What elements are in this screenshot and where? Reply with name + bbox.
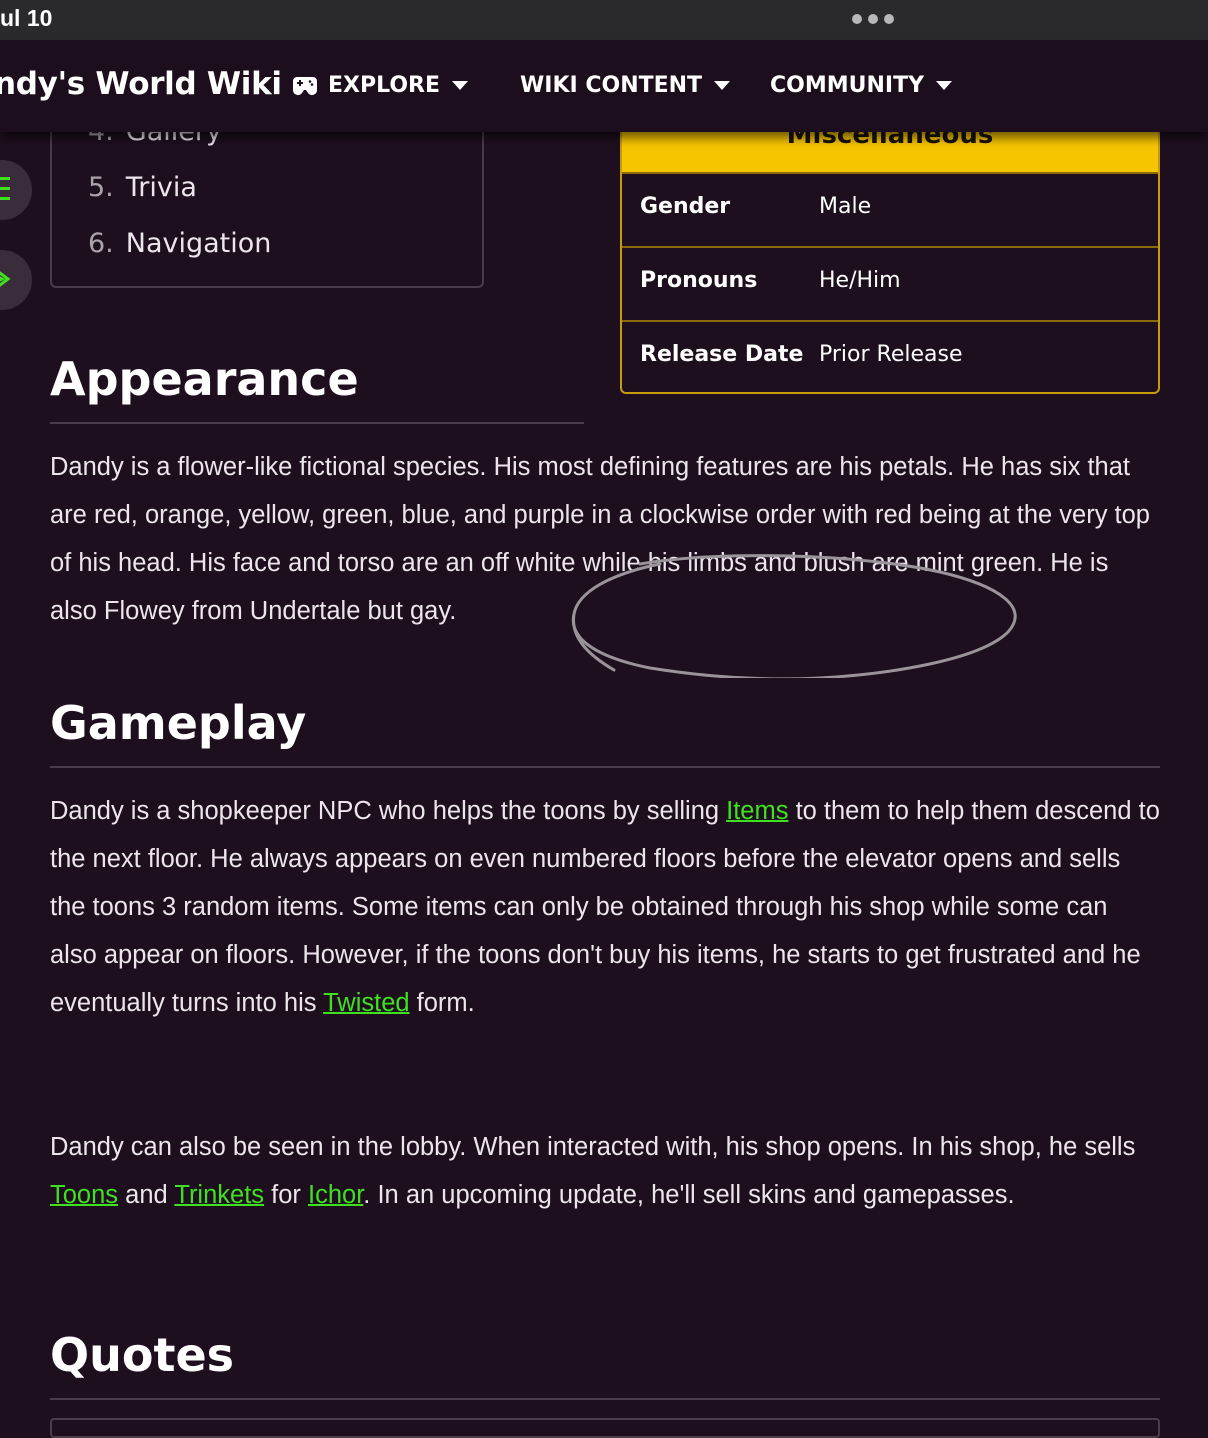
- gameplay-heading: Gameplay: [50, 696, 307, 750]
- gameplay-paragraph-1: Dandy is a shopkeeper NPC who helps the …: [50, 797, 1160, 1017]
- quotes-heading: Quotes: [50, 1328, 235, 1382]
- toc-item-navigation[interactable]: 6. Navigation: [88, 228, 271, 259]
- hand-drawn-circle-annotation: [571, 554, 1017, 678]
- share-button[interactable]: [0, 250, 32, 310]
- quotes-box: [50, 1418, 1160, 1438]
- status-bar: ul 10: [0, 0, 1208, 40]
- nav-explore[interactable]: EXPLORE: [292, 73, 469, 98]
- infobox: Miscellaneous Gender Male Pronouns He/Hi…: [620, 100, 1160, 394]
- gamepad-icon: [293, 76, 317, 95]
- nav-community[interactable]: COMMUNITY: [770, 73, 953, 98]
- chevron-down-icon: [936, 81, 953, 90]
- signal-text: ul 10: [0, 5, 53, 31]
- link-trinkets[interactable]: Trinkets: [174, 1181, 264, 1209]
- wiki-navbar: ndy's World Wiki EXPLORE WIKI CONTENT CO…: [0, 40, 1208, 132]
- nav-community-label: COMMUNITY: [770, 73, 925, 98]
- quotes-divider: [50, 1398, 1160, 1400]
- chevron-down-icon: [452, 81, 469, 90]
- chevron-down-icon: [714, 81, 731, 90]
- infobox-row-release-date: Release Date Prior Release: [622, 320, 1158, 392]
- link-ichor[interactable]: Ichor: [308, 1181, 363, 1209]
- gameplay-paragraph-2: Dandy can also be seen in the lobby. Whe…: [50, 1133, 1136, 1209]
- appearance-heading: Appearance: [50, 352, 359, 406]
- link-items[interactable]: Items: [726, 797, 788, 825]
- nav-explore-label: EXPLORE: [328, 73, 441, 98]
- more-dots-icon[interactable]: [852, 14, 894, 24]
- nav-wiki-content[interactable]: WIKI CONTENT: [520, 73, 731, 98]
- infobox-row-pronouns: Pronouns He/Him: [622, 246, 1158, 320]
- link-twisted[interactable]: Twisted: [323, 989, 409, 1017]
- wiki-title[interactable]: ndy's World Wiki: [0, 66, 282, 102]
- share-icon: [0, 271, 11, 287]
- link-toons[interactable]: Toons: [50, 1181, 118, 1209]
- toc-toggle-button[interactable]: [0, 160, 32, 220]
- nav-wiki-content-label: WIKI CONTENT: [520, 73, 703, 98]
- appearance-divider: [50, 422, 584, 424]
- list-icon: [0, 177, 10, 200]
- infobox-row-gender: Gender Male: [622, 172, 1158, 246]
- toc-item-trivia[interactable]: 5. Trivia: [88, 172, 197, 203]
- gameplay-divider: [50, 766, 1160, 768]
